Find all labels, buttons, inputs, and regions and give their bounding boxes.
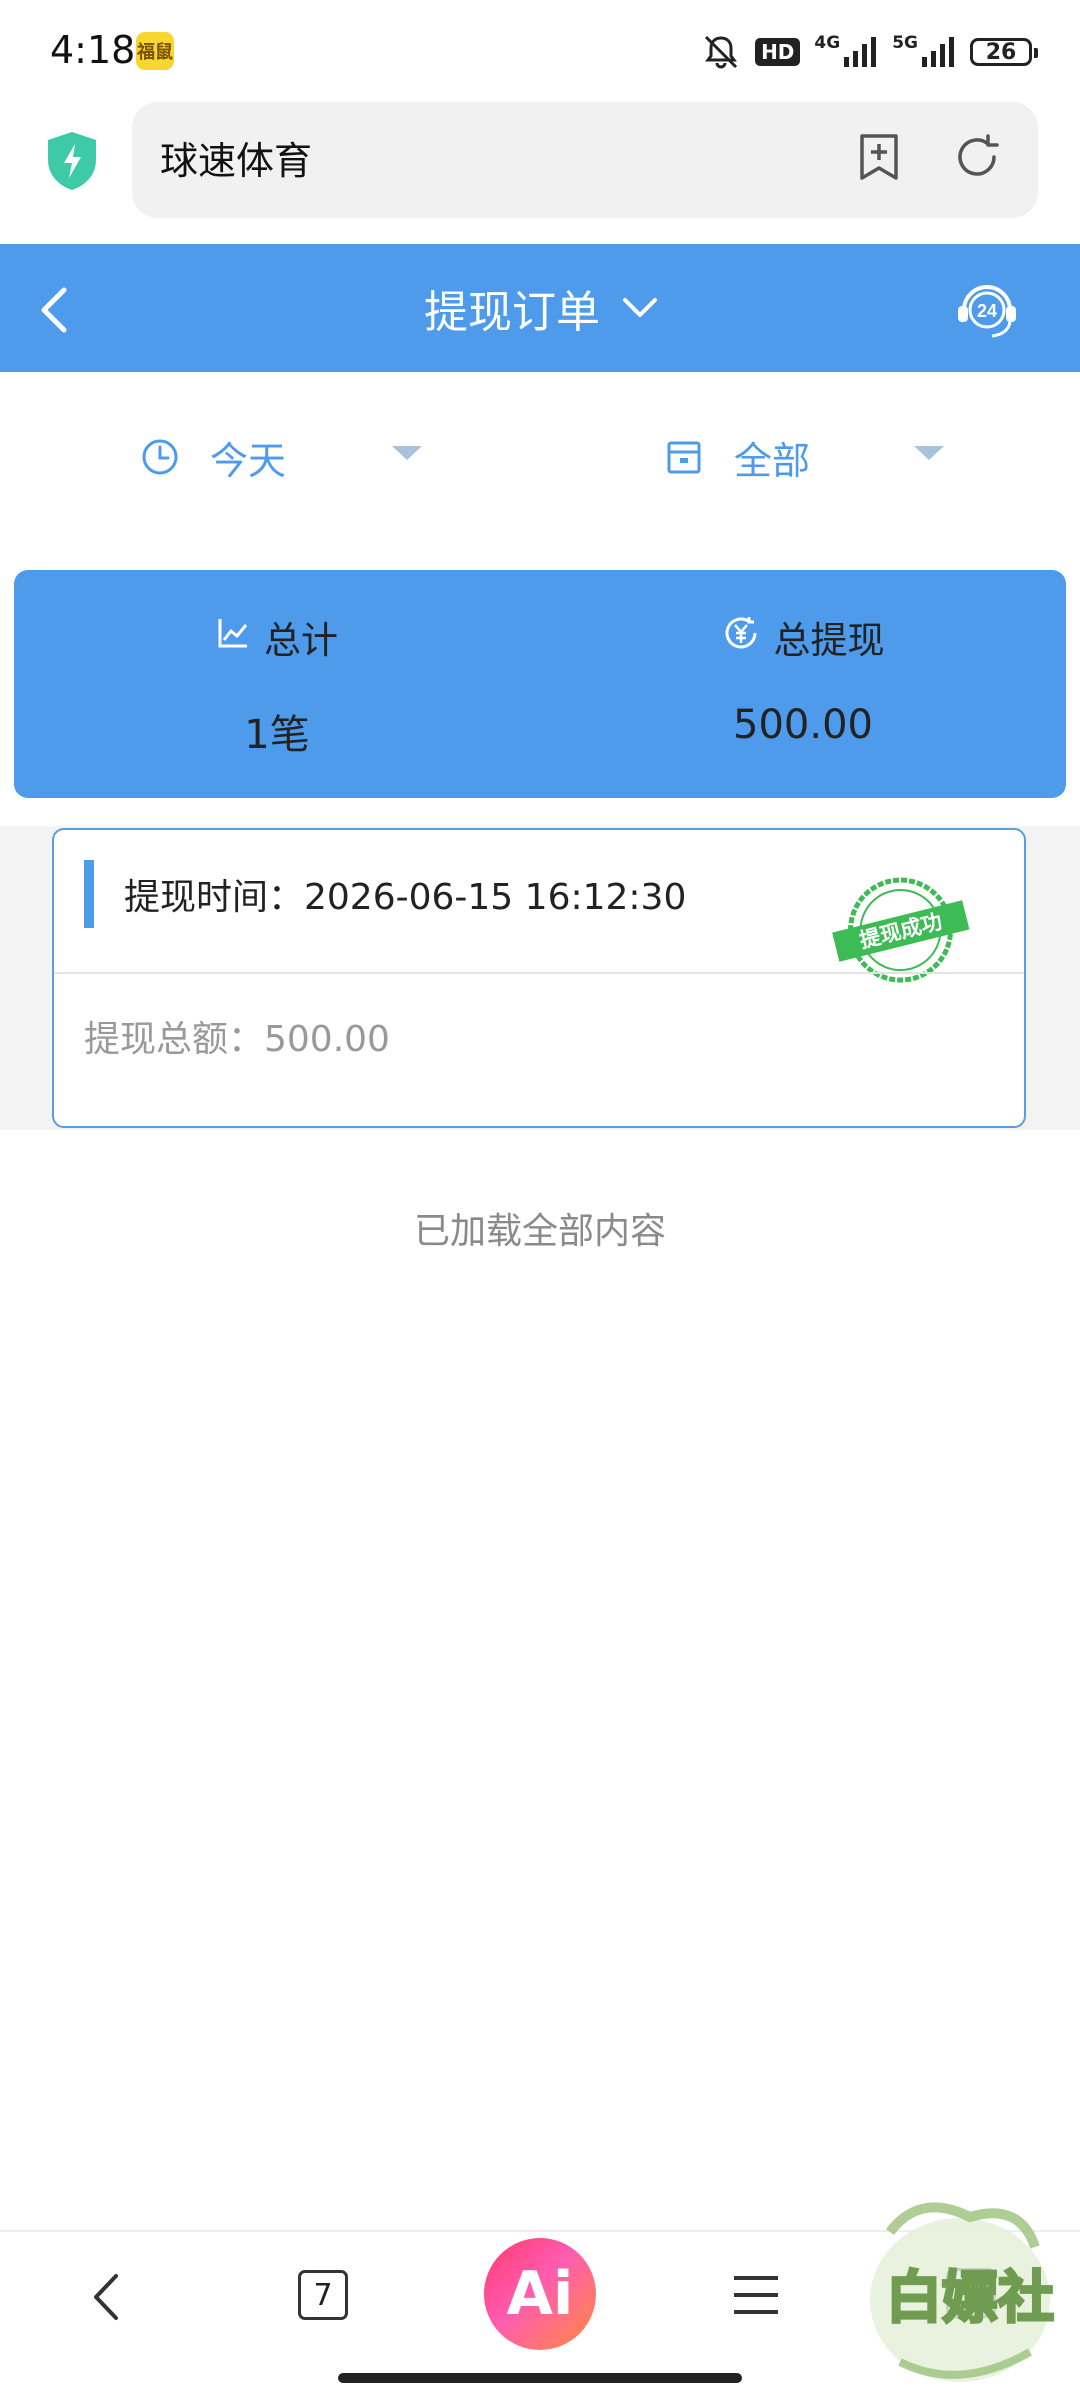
network-4g-label: 4G [814, 33, 841, 53]
clock-icon [140, 437, 180, 477]
battery-icon: 26 [970, 38, 1038, 66]
record-accent-bar [84, 860, 94, 928]
yuan-coin-icon [722, 614, 760, 661]
ai-assistant-button[interactable]: Ai [484, 2238, 596, 2350]
hd-voice-badge: HD [755, 38, 801, 66]
success-stamp: 提现成功 [826, 868, 976, 996]
tabs-count-button[interactable]: 7 [298, 2270, 348, 2320]
network-5g-label: 5G [892, 33, 918, 53]
dropdown-arrow-icon[interactable] [392, 446, 422, 460]
home-indicator[interactable] [338, 2373, 742, 2383]
list-end-text: 已加载全部内容 [413, 1211, 666, 1252]
watermark-logo: 白嫖社 [860, 2192, 1080, 2392]
record-amount: 提现总额：500.00 [84, 1019, 390, 1060]
trend-chart-icon [216, 616, 250, 659]
support-24-label: 24 [977, 301, 997, 321]
summary-total-value: 1笔 [244, 712, 310, 758]
calendar-icon [664, 437, 704, 477]
reload-icon[interactable] [950, 130, 1004, 184]
status-time: 4:18 [50, 28, 136, 72]
address-bar-text[interactable]: 球速体育 [160, 130, 312, 185]
summary-total: 总计 1笔 [14, 610, 540, 760]
mute-icon [701, 32, 741, 72]
record-time: 提现时间：2026-06-15 16:12:30 [124, 877, 687, 918]
chevron-down-icon[interactable] [622, 296, 658, 320]
summary-withdraw: 总提现 500.00 [540, 610, 1066, 748]
security-shield-icon[interactable] [44, 130, 100, 192]
type-filter-label[interactable]: 全部 [734, 430, 810, 485]
record-divider [54, 972, 1024, 974]
dropdown-arrow-icon[interactable] [914, 446, 944, 460]
add-bookmark-icon[interactable] [852, 130, 906, 184]
signal-4g-icon [844, 37, 878, 67]
summary-total-label: 总计 [264, 619, 338, 662]
nav-back-icon[interactable] [86, 2266, 126, 2328]
status-indicators: HD 4G 5G 26 [701, 30, 1038, 74]
page-title[interactable]: 提现订单 [0, 276, 1080, 340]
summary-withdraw-label: 总提现 [773, 619, 885, 662]
page-title-text[interactable]: 提现订单 [424, 287, 600, 338]
summary-withdraw-value: 500.00 [733, 702, 873, 748]
watermark-text: 白嫖社 [886, 2265, 1054, 2331]
menu-icon[interactable] [732, 2272, 780, 2318]
signal-5g-icon [922, 37, 956, 67]
date-filter[interactable]: 今天 [140, 420, 286, 494]
customer-service-icon[interactable]: 24 [952, 276, 1022, 342]
type-filter[interactable]: 全部 [664, 420, 810, 494]
date-filter-label[interactable]: 今天 [210, 430, 286, 485]
notification-app-icon: 福鼠 [136, 32, 174, 70]
